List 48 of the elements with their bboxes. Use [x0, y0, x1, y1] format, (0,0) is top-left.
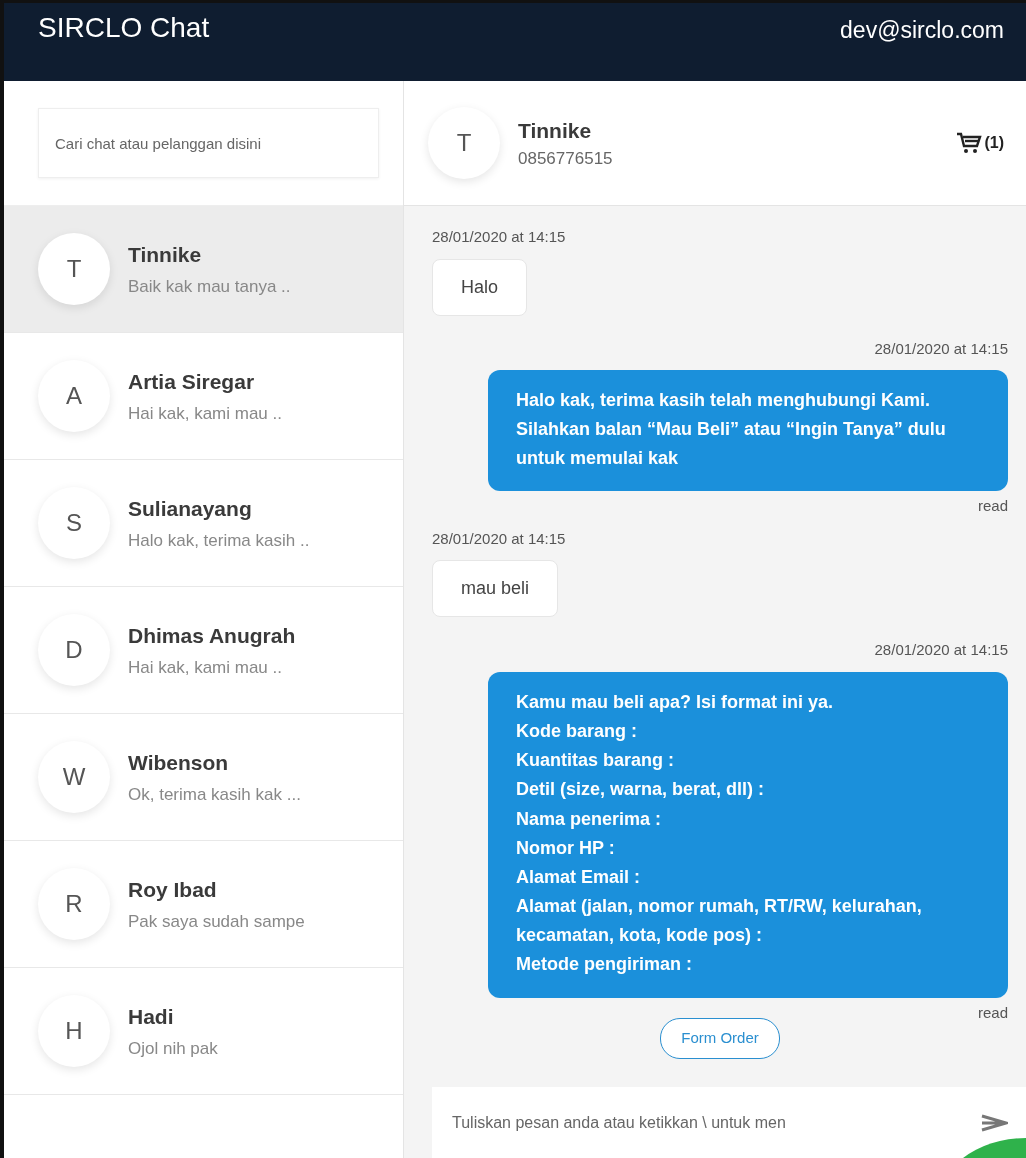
- chat-list-item[interactable]: R Roy Ibad Pak saya sudah sampe: [4, 841, 403, 968]
- outgoing-message: Halo kak, terima kasih telah menghubungi Kami. Silahkan balan “Mau Beli” atau “Ingin Tanya” dulu untuk memulai kak: [488, 370, 1008, 492]
- contact-name: Dhimas Anugrah: [128, 622, 296, 649]
- chat-list-item[interactable]: T Tinnike Baik kak mau tanya ..: [4, 206, 403, 333]
- message-preview: Hai kak, kami mau ..: [128, 657, 283, 679]
- contact-name: Roy Ibad: [128, 876, 218, 903]
- contact-name: Sulianayang: [128, 495, 253, 522]
- form-order-button[interactable]: Form Order: [660, 1018, 780, 1059]
- avatar: H: [38, 995, 110, 1067]
- search-field[interactable]: Cari chat atau pelanggan disini: [38, 108, 379, 178]
- phone-number: 0856776515: [518, 148, 613, 170]
- timestamp: 28/01/2020 at 14:15: [432, 227, 567, 247]
- message-preview: Pak saya sudah sampe: [128, 911, 305, 933]
- avatar: T: [428, 107, 500, 179]
- message-input[interactable]: Tuliskan pesan anda atau ketikkan \ untuk men: [432, 1086, 1026, 1158]
- avatar: T: [38, 233, 110, 305]
- chat-list-item[interactable]: D Dhimas Anugrah Hai kak, kami mau ..: [4, 587, 403, 714]
- chat-list-item[interactable]: H Hadi Ojol nih pak: [4, 968, 403, 1095]
- contact-name: Tinnike: [128, 241, 203, 268]
- message-preview: Hai kak, kami mau ..: [128, 403, 282, 425]
- message-preview: Ok, terima kasih kak ...: [128, 784, 301, 806]
- avatar: S: [38, 487, 110, 559]
- chat-list-item[interactable]: W Wibenson Ok, terima kasih kak ...: [4, 714, 403, 841]
- read-status: read: [977, 496, 1008, 517]
- outgoing-message: Kamu mau beli apa? Isi format ini ya. Kode barang : Kuantitas barang : Detil (size, warna, berat, dll) : Nama penerima : Nomor HP : Alamat Email : Alamat (jalan, nomor rumah, RT/RW, kelurahan, kecamatan, kota, kode pos) : Metode pengiriman :: [488, 671, 1008, 998]
- user-email: dev@sirclo.com: [840, 16, 1004, 45]
- avatar: A: [38, 360, 110, 432]
- cart-button[interactable]: (1): [956, 131, 1004, 155]
- incoming-message: Halo: [432, 258, 528, 316]
- timestamp: 28/01/2020 at 14:15: [874, 640, 1008, 661]
- contact-name: Wibenson: [128, 749, 230, 776]
- contact-name: Artia Siregar: [128, 368, 256, 395]
- chat-list-item[interactable]: S Sulianayang Halo kak, terima kasih ..: [4, 460, 403, 587]
- avatar: D: [38, 614, 110, 686]
- contact-name: Hadi: [128, 1003, 175, 1030]
- incoming-message: mau beli: [432, 560, 559, 618]
- cart-icon: [956, 131, 983, 155]
- timestamp: 28/01/2020 at 14:15: [874, 338, 1008, 359]
- contact-name: Tinnike: [518, 117, 593, 144]
- app-title: SIRCLO Chat: [38, 11, 210, 45]
- message-preview: Baik kak mau tanya ..: [128, 276, 291, 298]
- message-preview: Halo kak, terima kasih ..: [128, 530, 310, 552]
- read-status: read: [977, 1002, 1008, 1023]
- chat-list-item[interactable]: A Artia Siregar Hai kak, kami mau ..: [4, 333, 403, 460]
- avatar: R: [38, 868, 110, 940]
- message-preview: Ojol nih pak: [128, 1038, 218, 1060]
- timestamp: 28/01/2020 at 14:15: [432, 528, 567, 549]
- avatar: W: [38, 741, 110, 813]
